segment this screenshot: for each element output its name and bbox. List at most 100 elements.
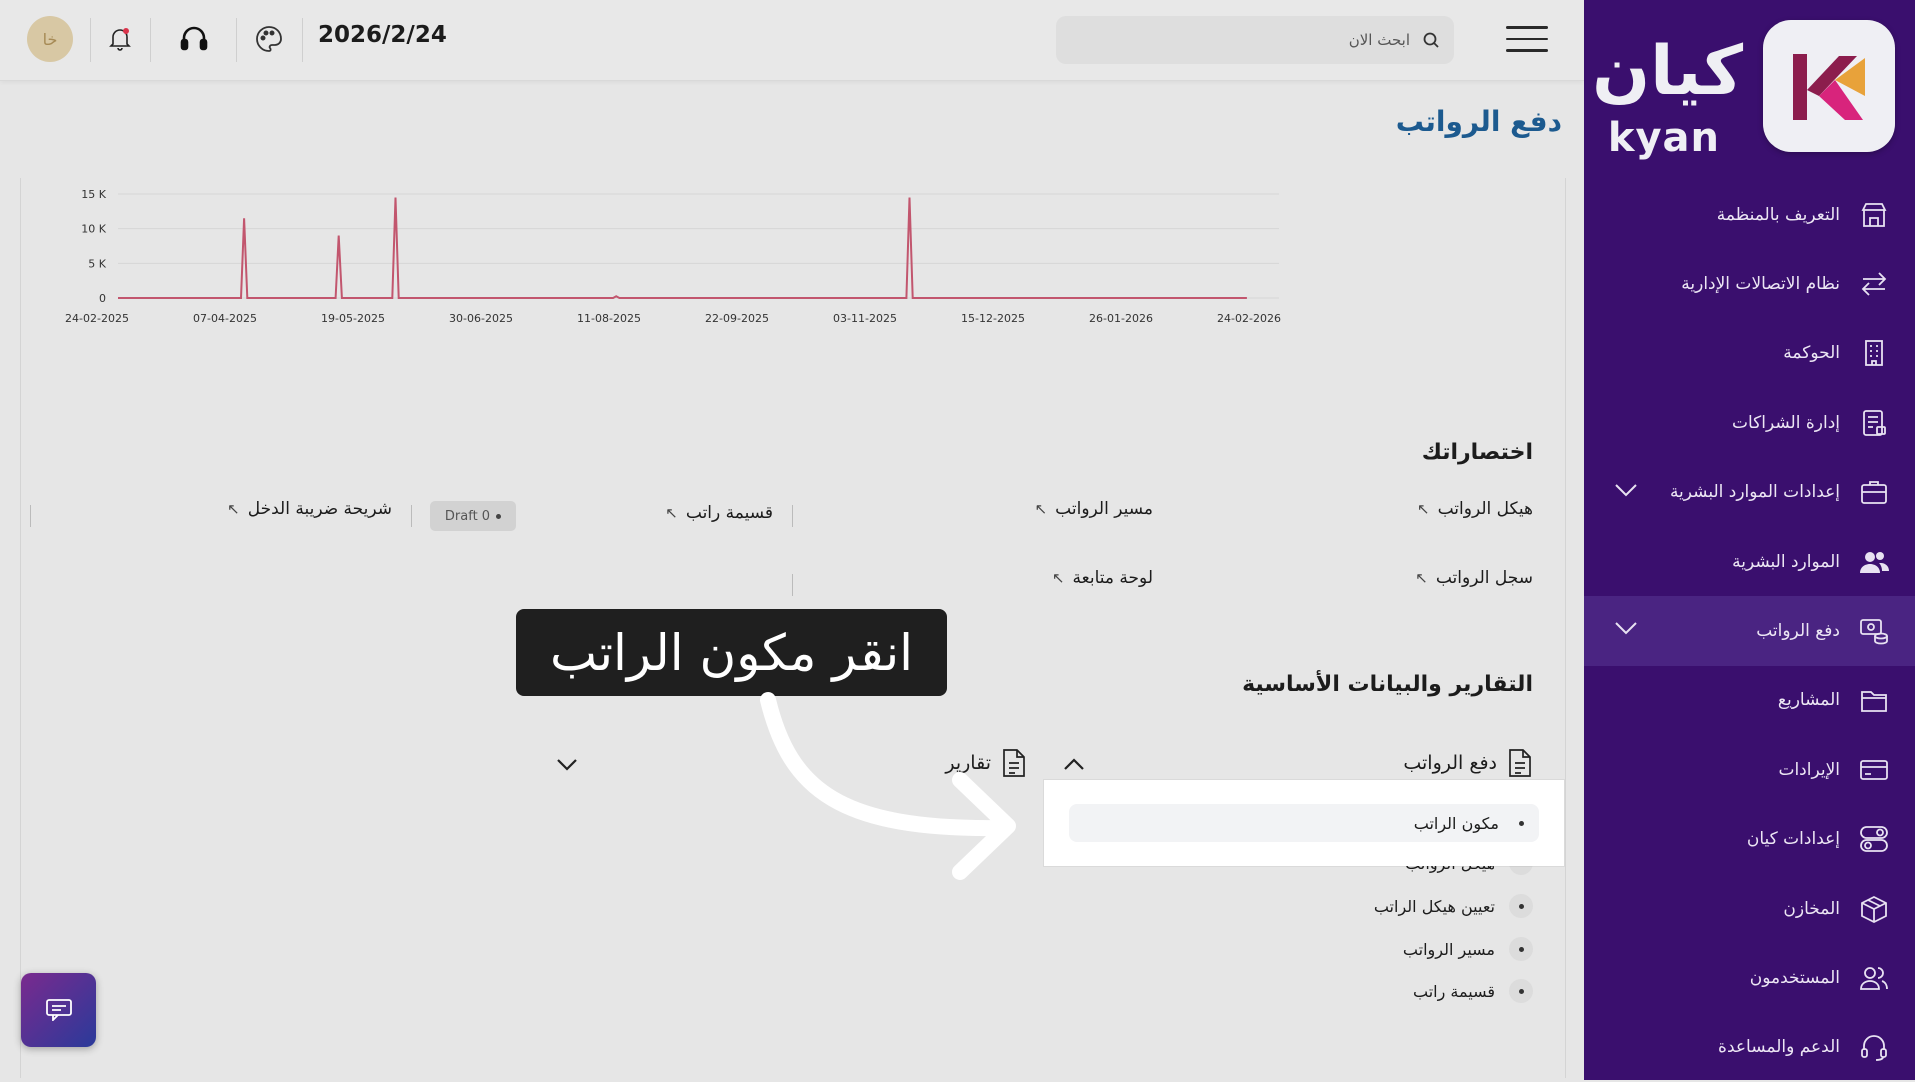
- list-item-payroll-run[interactable]: مسير الرواتب: [1403, 932, 1533, 966]
- sidebar-item-payroll[interactable]: دفع الرواتب: [1584, 596, 1915, 666]
- money-icon: [1858, 615, 1890, 647]
- y-tick-label: 0: [99, 292, 106, 305]
- payroll-line-chart: 0 5 K 10 K 15 K 24-02-2025 07-04-2025 19-05-20…: [65, 188, 1281, 325]
- x-tick-label: 22-09-2025: [705, 312, 769, 325]
- x-tick-label: 26-01-2026: [1089, 312, 1153, 325]
- accordion-reports-header[interactable]: تقارير: [945, 748, 1027, 778]
- arrow-up-left-icon: ↖: [227, 500, 240, 518]
- arrow-up-left-icon: ↖: [1415, 569, 1428, 587]
- sidebar-item-communications[interactable]: نظام الاتصالات الإدارية: [1584, 249, 1915, 318]
- headset-icon[interactable]: [177, 22, 211, 56]
- sidebar-item-users[interactable]: المستخدمون: [1584, 943, 1915, 1012]
- shortcut-label: سجل الرواتب: [1435, 568, 1533, 588]
- divider: [150, 18, 151, 62]
- box-icon: [1858, 893, 1890, 925]
- current-date: 2026/2/24: [318, 22, 447, 48]
- divider: [792, 505, 793, 527]
- sidebar-item-organization[interactable]: التعريف بالمنظمة: [1584, 180, 1915, 249]
- chevron-down-icon: [1614, 620, 1638, 640]
- list-item-label: مكون الراتب: [1413, 813, 1499, 833]
- palette-icon[interactable]: [252, 22, 286, 56]
- series-line: [118, 197, 1247, 299]
- card-icon: [1858, 754, 1890, 786]
- sidebar-item-label: الإيرادات: [1778, 759, 1840, 780]
- x-tick-label: 15-12-2025: [961, 312, 1025, 325]
- accordion-payroll-header[interactable]: دفع الرواتب: [1403, 748, 1533, 778]
- divider: [90, 18, 91, 62]
- briefcase-icon: [1858, 476, 1890, 508]
- sidebar-item-hr[interactable]: الموارد البشرية: [1584, 527, 1915, 596]
- sidebar-nav: التعريف بالمنظمة نظام الاتصالات الإدارية…: [1584, 180, 1915, 1082]
- brand-logo[interactable]: كيان kyan: [1592, 20, 1895, 161]
- sidebar-item-label: المشاريع: [1777, 690, 1840, 711]
- shortcut-salary-structure[interactable]: ↖ هيكل الرواتب: [1417, 499, 1533, 519]
- avatar[interactable]: خا: [27, 16, 73, 62]
- x-tick-label: 24-02-2026: [1217, 312, 1281, 325]
- arrow-up-left-icon: ↖: [1051, 569, 1065, 587]
- sidebar-item-label: المخازن: [1783, 898, 1840, 919]
- sidebar-item-support[interactable]: الدعم والمساعدة: [1584, 1013, 1915, 1082]
- headset-icon: [1858, 1031, 1890, 1063]
- sidebar-item-label: إعدادات الموارد البشرية: [1669, 482, 1840, 503]
- chevron-down-icon[interactable]: [556, 757, 578, 776]
- shortcut-label: هيكل الرواتب: [1437, 499, 1533, 519]
- bullet-icon: [1509, 894, 1533, 918]
- list-item-assign-structure[interactable]: تعيين هيكل الراتب: [1374, 889, 1533, 923]
- sidebar-item-label: الحوكمة: [1783, 343, 1840, 364]
- reports-title: التقارير والبيانات الأساسية: [1242, 672, 1533, 697]
- bell-icon[interactable]: [103, 22, 137, 56]
- sidebar-item-warehouses[interactable]: المخازن: [1584, 874, 1915, 943]
- search-box[interactable]: [1056, 16, 1454, 64]
- topbar: خا 2026/2/24: [0, 0, 1584, 81]
- document-icon: [1858, 407, 1890, 439]
- shortcut-payroll-run[interactable]: ↖ مسير الرواتب: [1035, 499, 1153, 519]
- shortcut-salary-register[interactable]: ↖ سجل الرواتب: [1415, 568, 1533, 588]
- shortcut-payslip[interactable]: ↖ قسيمة راتب: [665, 503, 773, 523]
- shortcut-label: لوحة متابعة: [1072, 568, 1153, 588]
- sidebar-item-projects[interactable]: المشاريع: [1584, 666, 1915, 735]
- arrow-up-left-icon: ↖: [1417, 500, 1430, 518]
- x-tick-label: 19-05-2025: [321, 312, 385, 325]
- y-tick-label: 10 K: [81, 223, 106, 236]
- list-item-salary-component[interactable]: مكون الراتب: [1069, 804, 1539, 842]
- chat-icon: [45, 999, 72, 1021]
- draft-badge: Draft 0: [430, 501, 516, 531]
- kyan-logo-mark-icon: [1793, 54, 1865, 120]
- x-tick-label: 30-06-2025: [449, 312, 513, 325]
- bullet-icon: [1509, 937, 1533, 961]
- search-icon: [1422, 31, 1440, 49]
- store-icon: [1858, 199, 1890, 231]
- x-tick-label: 24-02-2025: [65, 312, 129, 325]
- brand-name-en: kyan: [1607, 115, 1720, 161]
- sidebar-item-partnerships[interactable]: إدارة الشراكات: [1584, 388, 1915, 457]
- sidebar-item-hr-settings[interactable]: إعدادات الموارد البشرية: [1584, 458, 1915, 527]
- shortcut-dashboard[interactable]: ↖ لوحة متابعة: [1052, 568, 1153, 588]
- divider: [792, 574, 793, 596]
- sidebar-item-kyan-settings[interactable]: إعدادات كيان: [1584, 805, 1915, 874]
- highlight-frame: مكون الراتب: [1044, 780, 1564, 866]
- draft-badge-text: Draft 0: [444, 508, 491, 524]
- chevron-up-icon[interactable]: [1063, 756, 1085, 775]
- accordion-label: دفع الرواتب: [1403, 752, 1497, 774]
- shortcut-label: قسيمة راتب: [685, 503, 773, 523]
- sidebar-item-governance[interactable]: الحوكمة: [1584, 319, 1915, 388]
- document-icon: [1507, 748, 1533, 778]
- chat-button[interactable]: [21, 973, 96, 1047]
- sidebar-item-label: المستخدمون: [1749, 967, 1840, 988]
- document-icon: [1001, 748, 1027, 778]
- menu-toggle-button[interactable]: [1506, 26, 1548, 54]
- shortcut-income-tax-slab[interactable]: ↖ شريحة ضريبة الدخل: [227, 499, 392, 519]
- y-tick-label: 5 K: [88, 257, 106, 270]
- instruction-tooltip: انقر مكون الراتب: [516, 609, 947, 696]
- search-input[interactable]: [1108, 30, 1412, 50]
- divider: [411, 505, 412, 527]
- x-tick-label: 11-08-2025: [577, 312, 641, 325]
- bullet-icon: [1509, 979, 1533, 1003]
- accordion-label: تقارير: [945, 752, 991, 774]
- folder-icon: [1858, 684, 1890, 716]
- toggle-icon: [1858, 823, 1890, 855]
- sidebar-item-revenue[interactable]: الإيرادات: [1584, 735, 1915, 804]
- building-icon: [1858, 337, 1890, 369]
- chevron-down-icon: [1614, 482, 1638, 502]
- list-item-payslip[interactable]: قسيمة راتب: [1413, 974, 1533, 1008]
